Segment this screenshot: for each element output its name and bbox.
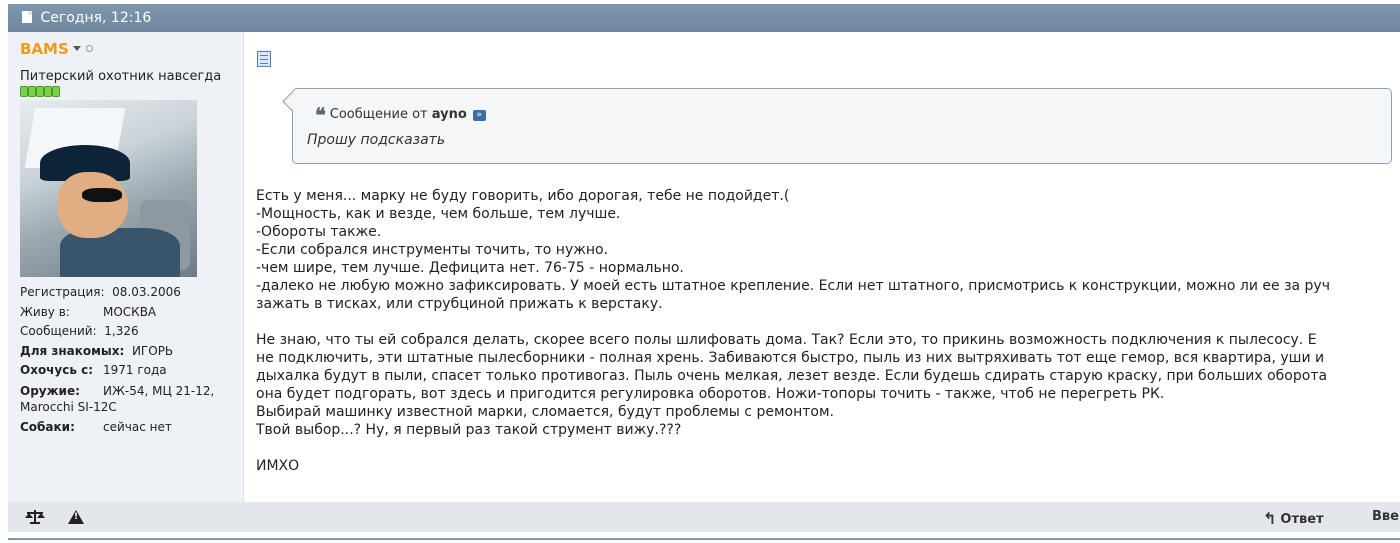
user-title: Питерский охотник навсегда [20,69,222,84]
avatar[interactable] [20,100,197,277]
user-field-friends: Для знакомых: ИГОРЬ [20,343,174,358]
message-line: дыхалка будут в пыли, спасет только прот… [256,368,1328,384]
message-line [256,313,1400,331]
post-icon [257,51,271,67]
post-doc-icon [22,11,32,23]
user-field-location: Живу в: МОСКВА [20,304,157,319]
view-post-icon[interactable]: » [472,110,486,121]
scales-icon[interactable] [25,509,45,525]
post-header: Сегодня, 12:16 [8,4,1400,32]
user-field-hunting-since: Охочусь с: 1971 года [20,363,167,377]
reply-arrow-icon: ↰ [1263,509,1277,528]
message-line: -далеко не любую можно зафиксировать. У … [256,278,1330,294]
divider [8,538,1400,540]
offline-status-icon [85,45,93,52]
reputation-pip-icon [28,86,36,97]
reputation-bar [20,86,243,97]
message-body: Есть у меня... марку не буду говорить, и… [256,187,1400,475]
quote-header: ❝ Сообщение от ayno» [315,103,486,127]
quote-block: ❝ Сообщение от ayno» Прошу подсказать [292,88,1392,164]
chevron-down-icon[interactable] [72,46,81,51]
user-field-weapon: Оружие: ИЖ-54, МЦ 21-12, Marocchi SI-12C [20,383,215,414]
message-line: ИМХО [256,458,300,474]
message-line [256,439,1400,457]
reputation-pip-icon [36,86,44,97]
message-line: она будет подгорать, вот здесь и пригоди… [256,386,1165,402]
report-warning-icon[interactable] [68,510,84,524]
message-line: -Мощность, как и везде, чем больше, тем … [256,206,621,222]
message-line: -Если собрался инструменты точить, то ну… [256,242,609,258]
message-line: -Обороты также. [256,224,382,240]
quote-icon: ❝ [315,103,326,127]
reputation-pip-icon [44,86,52,97]
post-content: ❝ Сообщение от ayno» Прошу подсказать Ест… [244,32,1400,502]
message-line: Не знаю, что ты ей собрался делать, скор… [256,332,1317,348]
message-line: Выбирай машинку известной марки, сломает… [256,404,834,420]
quote-text: Прошу подсказать [307,132,446,148]
user-field-registration: Регистрация: 08.03.2006 [20,285,181,299]
top-button[interactable]: Вверх [1372,509,1400,524]
reply-button[interactable]: ↰ Ответ [1263,509,1324,528]
message-line: зажать в тисках, или струбциной прижать … [256,296,663,312]
reputation-pip-icon [52,86,60,97]
message-line: не подключить, эти штатные пылесборники … [256,350,1325,366]
user-info-panel: BAMS Питерский охотник навсегда Регистра… [8,32,244,502]
message-line: -чем шире, тем лучше. Дефицита нет. 76-7… [256,260,684,276]
post-date: Сегодня, 12:16 [40,10,152,26]
message-line: Твой выбор...? Ну, я первый раз такой ст… [256,422,682,438]
post-footer: ↰Ответ Вверх [8,502,1400,532]
user-field-posts: Сообщений: 1,326 [20,324,139,338]
message-line: Есть у меня... марку не буду говорить, и… [256,188,790,204]
quote-author: ayno [431,107,467,122]
user-field-dogs: Собаки: сейчас нет [20,419,172,434]
username-link[interactable]: BAMS [20,40,69,58]
reputation-pip-icon [20,86,28,97]
user-fields: Регистрация: 08.03.2006 Живу в: МОСКВА Со… [20,283,243,437]
